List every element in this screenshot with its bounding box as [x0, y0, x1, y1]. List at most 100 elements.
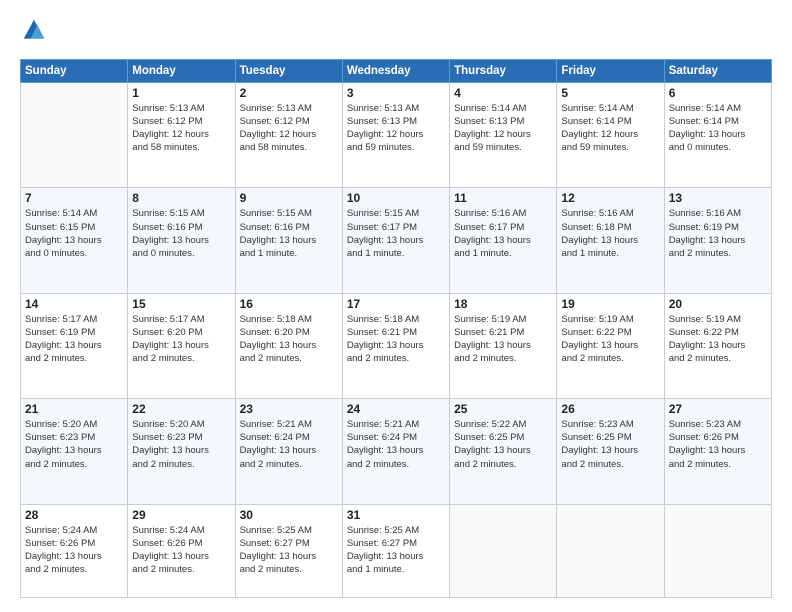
- calendar-day-cell: 24 Sunrise: 5:21 AM Sunset: 6:24 PM Dayli…: [342, 399, 449, 504]
- day-info: Sunrise: 5:20 AM Sunset: 6:23 PM Dayligh…: [25, 418, 123, 470]
- day-info: Sunrise: 5:19 AM Sunset: 6:22 PM Dayligh…: [561, 313, 659, 365]
- day-number: 6: [669, 86, 767, 100]
- day-number: 11: [454, 191, 552, 205]
- calendar-week-row: 1 Sunrise: 5:13 AM Sunset: 6:12 PM Daylig…: [21, 83, 772, 188]
- calendar-day-cell: 19 Sunrise: 5:19 AM Sunset: 6:22 PM Dayli…: [557, 293, 664, 398]
- calendar-day-cell: 29 Sunrise: 5:24 AM Sunset: 6:26 PM Dayli…: [128, 504, 235, 597]
- calendar-day-cell: 12 Sunrise: 5:16 AM Sunset: 6:18 PM Dayli…: [557, 188, 664, 293]
- header: [20, 18, 772, 47]
- calendar-week-row: 14Sunrise: 5:17 AM Sunset: 6:19 PM Dayli…: [21, 293, 772, 398]
- calendar-week-row: 28 Sunrise: 5:24 AM Sunset: 6:26 PM Dayli…: [21, 504, 772, 597]
- calendar-day-cell: 31 Sunrise: 5:25 AM Sunset: 6:27 PM Dayli…: [342, 504, 449, 597]
- calendar-header-saturday: Saturday: [664, 60, 771, 83]
- day-number: 22: [132, 402, 230, 416]
- day-number: 19: [561, 297, 659, 311]
- day-number: 24: [347, 402, 445, 416]
- calendar-day-cell: [450, 504, 557, 597]
- day-number: 15: [132, 297, 230, 311]
- day-info: Sunrise: 5:16 AM Sunset: 6:18 PM Dayligh…: [561, 207, 659, 259]
- day-number: 23: [240, 402, 338, 416]
- day-number: 25: [454, 402, 552, 416]
- day-number: 3: [347, 86, 445, 100]
- calendar-day-cell: 3Sunrise: 5:13 AM Sunset: 6:13 PM Daylig…: [342, 83, 449, 188]
- day-info: Sunrise: 5:13 AM Sunset: 6:12 PM Dayligh…: [132, 102, 230, 154]
- day-number: 13: [669, 191, 767, 205]
- day-number: 27: [669, 402, 767, 416]
- day-number: 17: [347, 297, 445, 311]
- calendar-day-cell: 1 Sunrise: 5:13 AM Sunset: 6:12 PM Daylig…: [128, 83, 235, 188]
- page: SundayMondayTuesdayWednesdayThursdayFrid…: [0, 0, 792, 612]
- day-info: Sunrise: 5:17 AM Sunset: 6:19 PM Dayligh…: [25, 313, 123, 365]
- calendar-week-row: 7 Sunrise: 5:14 AM Sunset: 6:15 PM Daylig…: [21, 188, 772, 293]
- day-info: Sunrise: 5:14 AM Sunset: 6:15 PM Dayligh…: [25, 207, 123, 259]
- day-info: Sunrise: 5:14 AM Sunset: 6:14 PM Dayligh…: [561, 102, 659, 154]
- calendar-day-cell: [21, 83, 128, 188]
- day-info: Sunrise: 5:19 AM Sunset: 6:22 PM Dayligh…: [669, 313, 767, 365]
- day-info: Sunrise: 5:23 AM Sunset: 6:25 PM Dayligh…: [561, 418, 659, 470]
- calendar-day-cell: 14Sunrise: 5:17 AM Sunset: 6:19 PM Dayli…: [21, 293, 128, 398]
- day-info: Sunrise: 5:18 AM Sunset: 6:20 PM Dayligh…: [240, 313, 338, 365]
- day-info: Sunrise: 5:15 AM Sunset: 6:17 PM Dayligh…: [347, 207, 445, 259]
- day-info: Sunrise: 5:16 AM Sunset: 6:17 PM Dayligh…: [454, 207, 552, 259]
- day-info: Sunrise: 5:20 AM Sunset: 6:23 PM Dayligh…: [132, 418, 230, 470]
- day-info: Sunrise: 5:19 AM Sunset: 6:21 PM Dayligh…: [454, 313, 552, 365]
- day-number: 12: [561, 191, 659, 205]
- day-info: Sunrise: 5:25 AM Sunset: 6:27 PM Dayligh…: [347, 524, 445, 576]
- calendar-table: SundayMondayTuesdayWednesdayThursdayFrid…: [20, 59, 772, 598]
- day-number: 9: [240, 191, 338, 205]
- day-info: Sunrise: 5:22 AM Sunset: 6:25 PM Dayligh…: [454, 418, 552, 470]
- calendar-day-cell: 2 Sunrise: 5:13 AM Sunset: 6:12 PM Daylig…: [235, 83, 342, 188]
- day-info: Sunrise: 5:17 AM Sunset: 6:20 PM Dayligh…: [132, 313, 230, 365]
- day-info: Sunrise: 5:15 AM Sunset: 6:16 PM Dayligh…: [132, 207, 230, 259]
- day-number: 30: [240, 508, 338, 522]
- calendar-day-cell: 13 Sunrise: 5:16 AM Sunset: 6:19 PM Dayli…: [664, 188, 771, 293]
- calendar-day-cell: 28Sunrise: 5:24 AM Sunset: 6:26 PM Dayli…: [21, 504, 128, 597]
- logo: [20, 18, 50, 47]
- calendar-day-cell: 27 Sunrise: 5:23 AM Sunset: 6:26 PM Dayli…: [664, 399, 771, 504]
- calendar-header-wednesday: Wednesday: [342, 60, 449, 83]
- calendar-day-cell: 21 Sunrise: 5:20 AM Sunset: 6:23 PM Dayli…: [21, 399, 128, 504]
- day-info: Sunrise: 5:18 AM Sunset: 6:21 PM Dayligh…: [347, 313, 445, 365]
- day-info: Sunrise: 5:24 AM Sunset: 6:26 PM Dayligh…: [132, 524, 230, 576]
- day-number: 21: [25, 402, 123, 416]
- day-info: Sunrise: 5:25 AM Sunset: 6:27 PM Dayligh…: [240, 524, 338, 576]
- day-number: 5: [561, 86, 659, 100]
- day-info: Sunrise: 5:16 AM Sunset: 6:19 PM Dayligh…: [669, 207, 767, 259]
- calendar-day-cell: [664, 504, 771, 597]
- day-number: 10: [347, 191, 445, 205]
- calendar-day-cell: 5 Sunrise: 5:14 AM Sunset: 6:14 PM Daylig…: [557, 83, 664, 188]
- calendar-day-cell: 8 Sunrise: 5:15 AM Sunset: 6:16 PM Daylig…: [128, 188, 235, 293]
- day-info: Sunrise: 5:14 AM Sunset: 6:14 PM Dayligh…: [669, 102, 767, 154]
- day-number: 28: [25, 508, 123, 522]
- day-info: Sunrise: 5:14 AM Sunset: 6:13 PM Dayligh…: [454, 102, 552, 154]
- calendar-header-tuesday: Tuesday: [235, 60, 342, 83]
- calendar-day-cell: 11 Sunrise: 5:16 AM Sunset: 6:17 PM Dayli…: [450, 188, 557, 293]
- calendar-day-cell: 17 Sunrise: 5:18 AM Sunset: 6:21 PM Dayli…: [342, 293, 449, 398]
- calendar-day-cell: 6 Sunrise: 5:14 AM Sunset: 6:14 PM Daylig…: [664, 83, 771, 188]
- calendar-header-friday: Friday: [557, 60, 664, 83]
- day-info: Sunrise: 5:13 AM Sunset: 6:12 PM Dayligh…: [240, 102, 338, 154]
- day-number: 2: [240, 86, 338, 100]
- day-info: Sunrise: 5:15 AM Sunset: 6:16 PM Dayligh…: [240, 207, 338, 259]
- day-number: 31: [347, 508, 445, 522]
- calendar-week-row: 21 Sunrise: 5:20 AM Sunset: 6:23 PM Dayli…: [21, 399, 772, 504]
- calendar-day-cell: 25 Sunrise: 5:22 AM Sunset: 6:25 PM Dayli…: [450, 399, 557, 504]
- calendar-day-cell: 4 Sunrise: 5:14 AM Sunset: 6:13 PM Daylig…: [450, 83, 557, 188]
- calendar-header-row: SundayMondayTuesdayWednesdayThursdayFrid…: [21, 60, 772, 83]
- day-number: 7: [25, 191, 123, 205]
- logo-icon: [22, 18, 46, 42]
- day-info: Sunrise: 5:23 AM Sunset: 6:26 PM Dayligh…: [669, 418, 767, 470]
- calendar-day-cell: 26Sunrise: 5:23 AM Sunset: 6:25 PM Dayli…: [557, 399, 664, 504]
- calendar-day-cell: 10 Sunrise: 5:15 AM Sunset: 6:17 PM Dayli…: [342, 188, 449, 293]
- day-number: 4: [454, 86, 552, 100]
- calendar-day-cell: 16Sunrise: 5:18 AM Sunset: 6:20 PM Dayli…: [235, 293, 342, 398]
- day-info: Sunrise: 5:21 AM Sunset: 6:24 PM Dayligh…: [240, 418, 338, 470]
- day-number: 8: [132, 191, 230, 205]
- calendar-day-cell: 15 Sunrise: 5:17 AM Sunset: 6:20 PM Dayli…: [128, 293, 235, 398]
- day-number: 29: [132, 508, 230, 522]
- day-number: 1: [132, 86, 230, 100]
- calendar-day-cell: 9 Sunrise: 5:15 AM Sunset: 6:16 PM Daylig…: [235, 188, 342, 293]
- calendar-day-cell: 20Sunrise: 5:19 AM Sunset: 6:22 PM Dayli…: [664, 293, 771, 398]
- day-info: Sunrise: 5:21 AM Sunset: 6:24 PM Dayligh…: [347, 418, 445, 470]
- calendar-day-cell: 22 Sunrise: 5:20 AM Sunset: 6:23 PM Dayli…: [128, 399, 235, 504]
